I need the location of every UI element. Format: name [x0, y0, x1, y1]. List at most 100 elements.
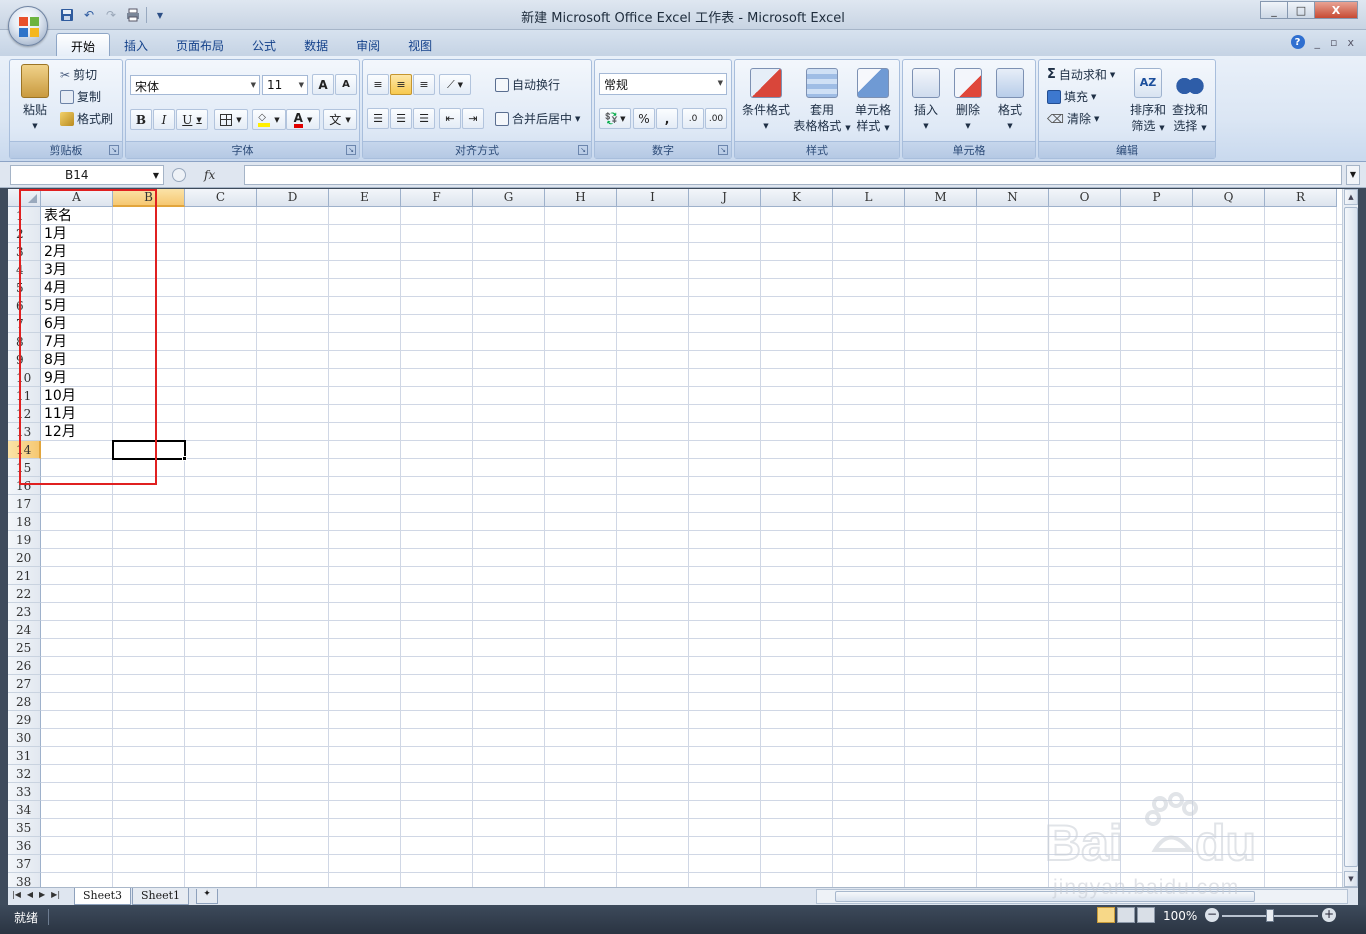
zoom-slider-knob[interactable] [1266, 909, 1274, 922]
cut-button[interactable]: ✂ 剪切 [60, 66, 97, 83]
borders-button[interactable]: ▼ [214, 109, 248, 130]
clear-button[interactable]: ⌫ 清除 ▼ [1047, 110, 1099, 127]
formula-input[interactable] [244, 165, 1342, 185]
fill-button[interactable]: 填充 ▼ [1047, 88, 1096, 105]
scroll-up-icon[interactable]: ▲ [1344, 189, 1358, 205]
ribbon-close-icon[interactable]: x [1347, 36, 1354, 49]
column-header-j[interactable]: J [689, 189, 761, 207]
insert-sheet-icon[interactable]: ✦ [196, 889, 218, 904]
column-header-p[interactable]: P [1121, 189, 1193, 207]
format-as-table-button[interactable]: 套用 表格格式 ▼ [793, 66, 851, 136]
decrease-indent-button[interactable]: ⇤ [439, 108, 461, 129]
column-header-e[interactable]: E [329, 189, 401, 207]
column-header-q[interactable]: Q [1193, 189, 1265, 207]
row-header-18[interactable]: 18 [8, 513, 41, 531]
column-header-i[interactable]: I [617, 189, 689, 207]
maximize-button[interactable]: □ [1287, 1, 1315, 19]
ribbon-minimize-icon[interactable]: _ [1315, 36, 1321, 49]
tab-view[interactable]: 视图 [394, 33, 446, 56]
name-box[interactable]: B14 ▼ [10, 165, 164, 185]
align-center-button[interactable]: ☰ [390, 108, 412, 129]
shrink-font-button[interactable]: A [335, 74, 357, 95]
accounting-format-button[interactable]: 💱 ▼ [599, 108, 631, 129]
copy-button[interactable]: 复制 [60, 88, 101, 105]
find-select-button[interactable]: 查找和 选择 ▼ [1167, 66, 1213, 136]
tab-formulas[interactable]: 公式 [238, 33, 290, 56]
normal-view-icon[interactable] [1097, 907, 1115, 923]
page-break-view-icon[interactable] [1137, 907, 1155, 923]
row-header-23[interactable]: 23 [8, 603, 41, 621]
italic-button[interactable]: I [153, 109, 175, 130]
bold-button[interactable]: B [130, 109, 152, 130]
row-header-35[interactable]: 35 [8, 819, 41, 837]
row-header-17[interactable]: 17 [8, 495, 41, 513]
paste-dropdown-icon[interactable]: ▼ [12, 118, 58, 134]
row-header-38[interactable]: 38 [8, 873, 41, 887]
horizontal-scrollbar[interactable] [816, 889, 1348, 904]
merge-center-button[interactable]: 合并后居中 ▼ [495, 110, 580, 127]
help-icon[interactable]: ? [1290, 35, 1305, 49]
minimize-button[interactable]: _ [1260, 1, 1288, 19]
formula-bar-grip-icon[interactable] [172, 168, 186, 182]
delete-cells-button[interactable]: 删除 ▼ [945, 66, 991, 134]
next-sheet-icon[interactable]: ▶ [39, 890, 45, 899]
first-sheet-icon[interactable]: |◀ [12, 890, 21, 899]
number-format-select[interactable]: 常规 ▼ [599, 73, 727, 95]
row-header-33[interactable]: 33 [8, 783, 41, 801]
format-painter-button[interactable]: 格式刷 [60, 110, 113, 127]
row-header-20[interactable]: 20 [8, 549, 41, 567]
tab-data[interactable]: 数据 [290, 33, 342, 56]
page-layout-view-icon[interactable] [1117, 907, 1135, 923]
percent-button[interactable]: % [633, 108, 655, 129]
zoom-out-icon[interactable]: − [1205, 908, 1219, 922]
row-header-28[interactable]: 28 [8, 693, 41, 711]
row-header-19[interactable]: 19 [8, 531, 41, 549]
conditional-formatting-button[interactable]: 条件格式 ▼ [737, 66, 795, 134]
prev-sheet-icon[interactable]: ◀ [27, 890, 33, 899]
row-header-37[interactable]: 37 [8, 855, 41, 873]
column-header-m[interactable]: M [905, 189, 977, 207]
expand-formula-bar-icon[interactable]: ▼ [1346, 165, 1360, 185]
vertical-scrollbar[interactable]: ▲ ▼ [1342, 189, 1358, 887]
column-header-h[interactable]: H [545, 189, 617, 207]
column-header-r[interactable]: R [1265, 189, 1337, 207]
zoom-level[interactable]: 100% [1163, 909, 1197, 923]
last-sheet-icon[interactable]: ▶| [51, 890, 60, 899]
vertical-scroll-thumb[interactable] [1344, 207, 1358, 867]
font-name-select[interactable]: 宋体 ▼ [130, 75, 260, 95]
align-middle-button[interactable]: ≡ [390, 74, 412, 95]
column-header-d[interactable]: D [257, 189, 329, 207]
sort-filter-button[interactable]: AZ 排序和 筛选 ▼ [1125, 66, 1171, 136]
row-header-30[interactable]: 30 [8, 729, 41, 747]
fill-color-button[interactable]: ◇ ▼ [252, 109, 286, 130]
align-top-button[interactable]: ≡ [367, 74, 389, 95]
cell-styles-button[interactable]: 单元格 样式 ▼ [847, 66, 899, 136]
ribbon-restore-icon[interactable]: ▫ [1330, 36, 1337, 49]
row-header-27[interactable]: 27 [8, 675, 41, 693]
paste-button[interactable]: 粘贴 ▼ [12, 62, 58, 134]
column-header-k[interactable]: K [761, 189, 833, 207]
tab-review[interactable]: 审阅 [342, 33, 394, 56]
horizontal-scroll-thumb[interactable] [835, 891, 1255, 902]
column-header-c[interactable]: C [185, 189, 257, 207]
column-header-n[interactable]: N [977, 189, 1049, 207]
close-button[interactable]: X [1314, 1, 1358, 19]
column-header-f[interactable]: F [401, 189, 473, 207]
font-color-button[interactable]: A ▼ [286, 109, 320, 130]
orientation-button[interactable]: ⟋ ▼ [439, 74, 471, 95]
row-header-26[interactable]: 26 [8, 657, 41, 675]
row-header-24[interactable]: 24 [8, 621, 41, 639]
comma-button[interactable]: , [656, 108, 678, 129]
align-left-button[interactable]: ☰ [367, 108, 389, 129]
row-header-29[interactable]: 29 [8, 711, 41, 729]
office-button[interactable] [8, 6, 48, 46]
column-header-g[interactable]: G [473, 189, 545, 207]
align-bottom-button[interactable]: ≡ [413, 74, 435, 95]
autosum-button[interactable]: Σ 自动求和 ▼ [1047, 66, 1115, 83]
fill-handle[interactable] [182, 456, 187, 461]
chevron-down-icon[interactable]: ▼ [153, 171, 159, 180]
row-header-22[interactable]: 22 [8, 585, 41, 603]
wrap-text-button[interactable]: 自动换行 [495, 76, 560, 93]
row-header-34[interactable]: 34 [8, 801, 41, 819]
insert-function-button[interactable]: fx [204, 168, 215, 182]
